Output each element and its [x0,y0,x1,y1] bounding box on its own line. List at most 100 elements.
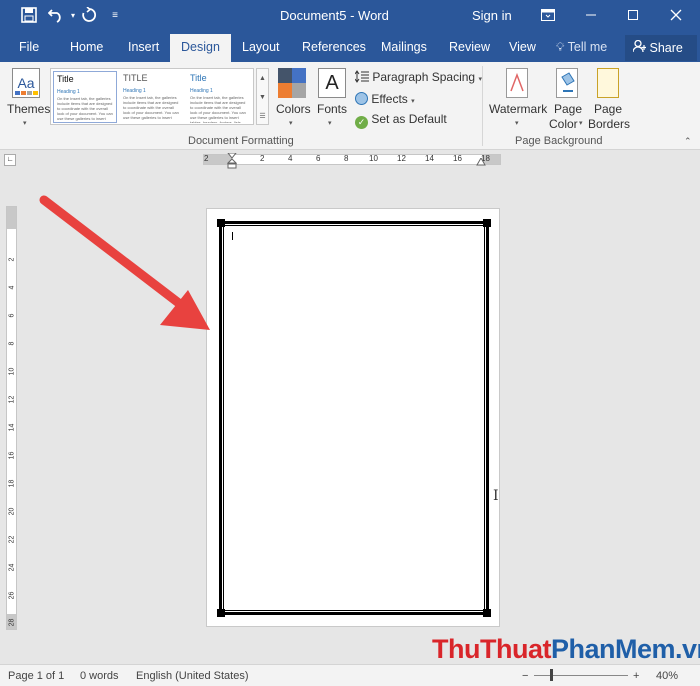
style-set-thumbnail[interactable]: TITLE Heading 1 On the Insert tab, the g… [120,71,184,123]
zoom-slider-thumb[interactable] [550,669,553,681]
border-corner-icon [483,219,491,227]
themes-button[interactable]: Aa [12,68,40,98]
ruler-number: 26 [8,591,16,600]
tab-layout[interactable]: Layout [242,40,280,54]
watermark-icon[interactable] [506,68,528,98]
page-borders-label-2[interactable]: Borders [588,117,630,131]
tab-mailings[interactable]: Mailings [381,40,427,54]
maximize-icon[interactable] [620,4,646,28]
tab-selector-icon[interactable]: ∟ [4,154,16,166]
page-count[interactable]: Page 1 of 1 [8,670,64,682]
title-bar: ▾ ≡ Document5 - Word Sign in [0,0,700,32]
site-watermark-logo: ThuThuatPhanMem.vn [432,634,700,664]
collapse-ribbon-icon[interactable]: ⌃ [684,136,692,147]
horizontal-ruler[interactable]: 2 2 4 6 8 10 12 14 16 18 [203,153,501,169]
tab-review[interactable]: Review [449,40,490,54]
minimize-icon[interactable] [578,4,604,28]
themes-icon: Aa [17,75,35,91]
ribbon-display-options-icon[interactable] [535,4,561,28]
gallery-down-icon[interactable]: ▼ [257,88,268,107]
undo-icon[interactable] [47,7,65,25]
gallery-up-icon[interactable]: ▲ [257,69,268,88]
save-icon[interactable] [20,7,38,25]
ruler-number: 2 [204,154,209,163]
tab-home[interactable]: Home [70,40,103,54]
ibeam-cursor-icon: I [493,488,499,504]
effects-label: Effects [371,92,408,106]
sign-in-link[interactable]: Sign in [472,8,512,23]
ruler-top-margin [7,207,16,229]
chevron-down-icon: ▾ [515,120,519,127]
style-set-thumbnail[interactable]: Title Heading 1 On the Insert tab, the g… [53,71,117,123]
page-color-label[interactable]: Page [554,102,582,116]
border-corner-icon [483,609,491,617]
zoom-out-button[interactable]: − [522,670,528,682]
document-page[interactable] [206,208,500,627]
style-set-thumbnail[interactable]: Title Heading 1 On the Insert tab, the g… [187,71,251,123]
style-set-gallery[interactable]: Title Heading 1 On the Insert tab, the g… [50,68,254,125]
effects-icon [355,92,368,105]
tell-me-box[interactable]: 💡︎ Tell me [556,40,607,55]
tab-design[interactable]: Design [170,34,231,62]
share-button[interactable]: Share [625,35,697,61]
fonts-label[interactable]: Fonts [317,102,347,116]
ruler-number: 12 [397,154,406,163]
chevron-down-icon: ▾ [289,120,293,127]
close-icon[interactable] [663,4,689,28]
zoom-in-button[interactable]: + [633,670,639,682]
tab-references[interactable]: References [302,40,366,54]
page-color-label-2[interactable]: Color [549,117,578,131]
group-divider [482,66,483,146]
paragraph-spacing-label: Paragraph Spacing [372,70,476,84]
tab-insert[interactable]: Insert [128,40,159,54]
border-corner-icon [217,219,225,227]
border-corner-icon [217,609,225,617]
ruler-number: 24 [8,563,16,572]
vertical-ruler[interactable]: 2 4 6 8 10 12 14 16 18 20 22 24 26 28 [6,206,17,630]
page-border-inner [223,225,485,611]
zoom-slider[interactable] [534,675,628,676]
gallery-more-icon[interactable]: ☰ [257,107,268,126]
page-borders-label[interactable]: Page [594,102,622,116]
ruler-number: 16 [8,451,16,460]
ruler-number: 12 [8,395,16,404]
gallery-scroll[interactable]: ▲ ▼ ☰ [256,68,269,125]
fonts-icon[interactable]: A [318,68,346,98]
language[interactable]: English (United States) [136,670,249,682]
chevron-down-icon: ▾ [579,120,583,127]
ruler-number: 14 [8,423,16,432]
right-indent-marker-icon[interactable] [476,158,486,166]
ruler-number: 2 [8,257,16,262]
ruler-number: 4 [288,154,293,163]
colors-icon [278,68,292,83]
chevron-down-icon: ▾ [411,98,415,105]
themes-label: Themes [7,102,51,116]
ruler-number: 10 [8,367,16,376]
paragraph-spacing-button[interactable]: Paragraph Spacing ▾ [354,68,482,84]
page-borders-icon[interactable] [597,68,619,98]
set-as-default-button[interactable]: ✓ Set as Default [355,112,447,129]
status-bar: Page 1 of 1 0 words English (United Stat… [0,664,700,686]
colors-button[interactable] [278,68,306,98]
ruler-number: 28 [8,618,16,627]
zoom-level[interactable]: 40% [656,670,678,682]
lightbulb-icon: 💡︎ [556,40,565,54]
effects-button[interactable]: Effects ▾ [355,90,415,106]
chevron-down-icon: ▾ [23,120,27,127]
customize-qat-icon[interactable]: ≡ [106,7,124,25]
ruler-number: 8 [344,154,349,163]
word-count[interactable]: 0 words [80,670,119,682]
indent-marker-icon[interactable] [227,153,237,169]
ruler-number: 6 [316,154,321,163]
document-formatting-group-label: Document Formatting [188,135,294,147]
page-color-icon[interactable] [556,68,578,98]
colors-label: Colors [276,102,311,116]
tab-view[interactable]: View [509,40,536,54]
redo-icon[interactable] [80,6,98,25]
ruler-number: 6 [8,313,16,318]
tab-file[interactable]: File [19,40,39,54]
watermark-label[interactable]: Watermark [489,102,547,116]
ruler-number: 10 [369,154,378,163]
ruler-number: 22 [8,535,16,544]
ruler-number: 16 [453,154,462,163]
